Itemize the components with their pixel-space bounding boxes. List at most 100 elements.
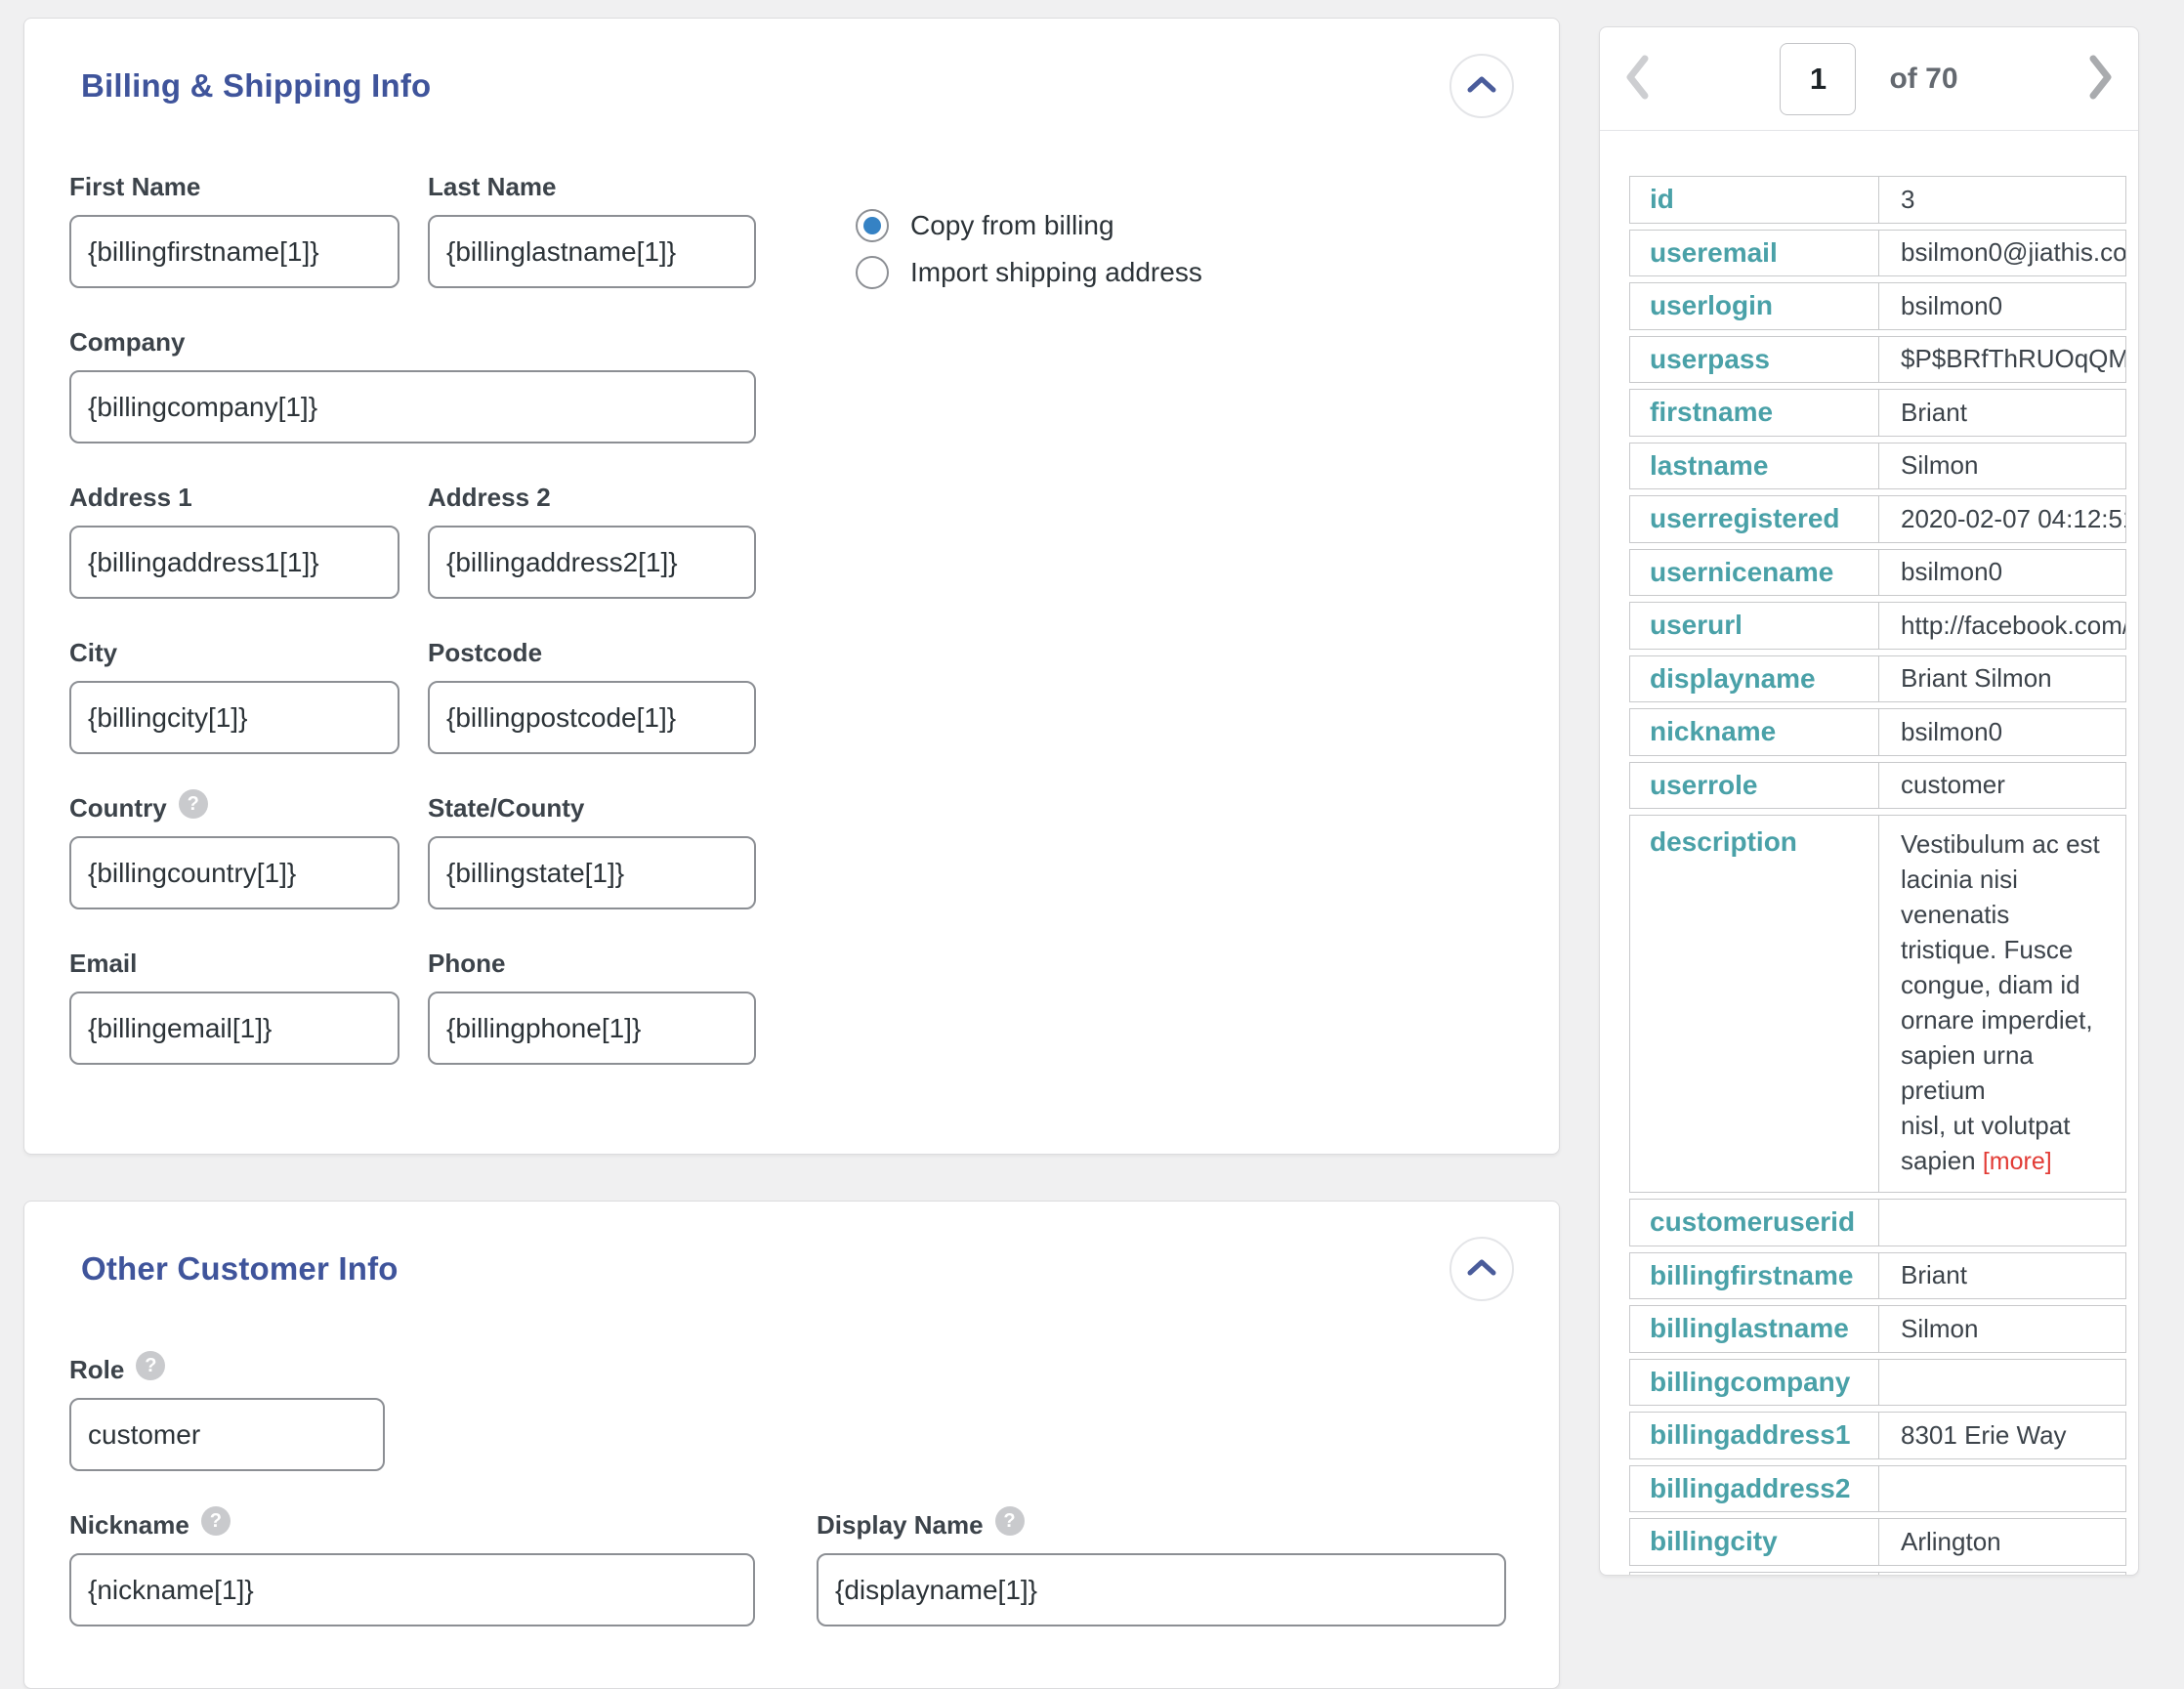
nickname-label: Nickname [69, 1510, 189, 1541]
chevron-up-icon [1467, 75, 1496, 98]
company-input[interactable] [69, 370, 756, 443]
nickname-help-icon[interactable]: ? [201, 1506, 231, 1536]
chevron-up-icon [1467, 1258, 1496, 1281]
record-key: userrole [1630, 763, 1879, 809]
phone-input[interactable] [428, 992, 756, 1065]
record-value [1879, 1200, 2125, 1246]
next-page-button[interactable] [2085, 53, 2117, 105]
country-help-icon[interactable]: ? [179, 789, 208, 819]
record-key: billingaddress2 [1630, 1466, 1879, 1512]
city-label: City [69, 638, 399, 667]
record-row: billinglastname Silmon [1629, 1305, 2126, 1353]
pager-center: of 70 [1653, 43, 2085, 115]
record-key: billingaddress1 [1630, 1413, 1879, 1458]
field-last-name: Last Name [428, 172, 756, 288]
first-name-input[interactable] [69, 215, 399, 288]
email-input[interactable] [69, 992, 399, 1065]
record-row: firstname Briant [1629, 389, 2126, 437]
record-value: Briant Silmon [1879, 656, 2125, 702]
address1-label: Address 1 [69, 483, 399, 512]
other-card-title: Other Customer Info [81, 1250, 399, 1288]
field-address1: Address 1 [69, 483, 399, 599]
record-value: $P$BRfThRUOqQMqt1 [1879, 337, 2125, 383]
copy-from-billing-radio[interactable]: Copy from billing [856, 209, 1202, 242]
field-address2: Address 2 [428, 483, 756, 599]
collapse-billing-button[interactable] [1449, 54, 1514, 118]
record-value: 8301 Erie Way [1879, 1413, 2125, 1458]
phone-label: Phone [428, 949, 756, 978]
radio-unselected-icon [856, 256, 889, 289]
city-input[interactable] [69, 681, 399, 754]
record-value: http://facebook.com/bs [1879, 603, 2125, 649]
role-help-icon[interactable]: ? [136, 1351, 165, 1380]
record-value: bsilmon0 [1879, 283, 2125, 329]
radio-selected-icon [856, 209, 889, 242]
record-row: userlogin bsilmon0 [1629, 282, 2126, 330]
record-preview-panel: of 70 id 3 useremail bsilmon0@jiathis.co… [1599, 26, 2139, 1576]
record-value: Arlington [1879, 1519, 2125, 1565]
record-key: billinglastname [1630, 1306, 1879, 1352]
record-value: Briant [1879, 390, 2125, 436]
field-phone: Phone [428, 949, 756, 1065]
field-nickname: Nickname ? [69, 1510, 755, 1626]
import-shipping-address-radio[interactable]: Import shipping address [856, 256, 1202, 289]
record-row: useremail bsilmon0@jiathis.com [1629, 230, 2126, 277]
nickname-input[interactable] [69, 1553, 755, 1626]
field-country: Country ? [69, 793, 399, 909]
record-value [1879, 1360, 2125, 1406]
prev-page-button[interactable] [1621, 53, 1653, 105]
record-value: 3 [1879, 177, 2125, 223]
role-label: Role [69, 1355, 124, 1385]
address1-input[interactable] [69, 526, 399, 599]
country-input[interactable] [69, 836, 399, 909]
email-label: Email [69, 949, 399, 978]
state-input[interactable] [428, 836, 756, 909]
record-row: billingcity Arlington [1629, 1518, 2126, 1566]
billing-card-header: Billing & Shipping Info [69, 54, 1514, 118]
field-email: Email [69, 949, 399, 1065]
record-value: bsilmon0 [1879, 709, 2125, 755]
record-row: billingaddress1 8301 Erie Way [1629, 1412, 2126, 1459]
first-name-label: First Name [69, 172, 399, 201]
record-row: usernicename bsilmon0 [1629, 549, 2126, 597]
chevron-left-icon [1621, 53, 1653, 105]
form-column: Billing & Shipping Info First Name Last … [23, 18, 1560, 1689]
company-label: Company [69, 327, 756, 357]
display-name-help-icon[interactable]: ? [995, 1506, 1025, 1536]
billing-shipping-card: Billing & Shipping Info First Name Last … [23, 18, 1560, 1155]
collapse-other-button[interactable] [1449, 1237, 1514, 1301]
more-link[interactable]: [more] [1983, 1148, 2052, 1175]
display-name-input[interactable] [817, 1553, 1506, 1626]
record-key: id [1630, 177, 1879, 223]
record-row: nickname bsilmon0 [1629, 708, 2126, 756]
record-row: userurl http://facebook.com/bs [1629, 602, 2126, 650]
field-role: Role ? [69, 1355, 385, 1471]
other-card-header: Other Customer Info [69, 1237, 1514, 1301]
record-value: Briant [1879, 1253, 2125, 1299]
role-input[interactable] [69, 1398, 385, 1471]
record-key: billingcity [1630, 1519, 1879, 1565]
record-key: lastname [1630, 443, 1879, 489]
field-city: City [69, 638, 399, 754]
record-row: description Vestibulum ac est lacinia ni… [1629, 815, 2126, 1193]
last-name-input[interactable] [428, 215, 756, 288]
record-key: userurl [1630, 603, 1879, 649]
import-shipping-address-label: Import shipping address [910, 257, 1202, 288]
display-name-label: Display Name [817, 1510, 984, 1541]
record-value: 2020-02-07 04:12:51 [1879, 496, 2125, 542]
country-label: Country [69, 793, 167, 823]
page-count-label: of 70 [1889, 63, 1957, 96]
field-display-name: Display Name ? [817, 1510, 1506, 1626]
record-key: billingfirstname [1630, 1253, 1879, 1299]
address2-input[interactable] [428, 526, 756, 599]
record-key: userlogin [1630, 283, 1879, 329]
record-row: userregistered 2020-02-07 04:12:51 [1629, 495, 2126, 543]
chevron-right-icon [2085, 53, 2117, 105]
record-row: id 3 [1629, 176, 2126, 224]
record-key: firstname [1630, 390, 1879, 436]
page-number-input[interactable] [1780, 43, 1856, 115]
shipping-source-options: Copy from billing Import shipping addres… [856, 172, 1202, 303]
record-pager: of 70 [1600, 27, 2138, 131]
record-value: Silmon [1879, 1306, 2125, 1352]
postcode-input[interactable] [428, 681, 756, 754]
